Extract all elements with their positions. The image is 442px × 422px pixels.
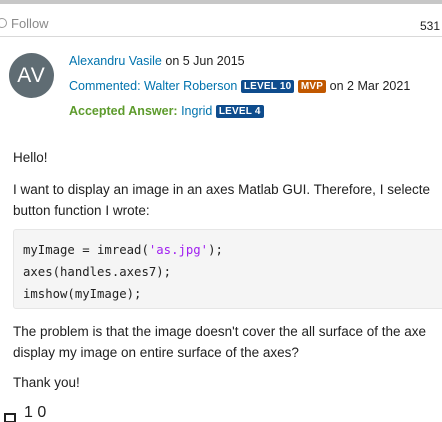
question-line-1: I want to display an image in an axes Ma… [13, 182, 430, 197]
author-line: Alexandru Vasile on 5 Jun 2015 [69, 54, 245, 68]
question-line-3: The problem is that the image doesn't co… [13, 324, 427, 339]
code-line-3: imshow(myImage); [23, 287, 142, 301]
comment-date: on 2 Mar 2021 [329, 79, 411, 93]
comment-line: Commented: Walter Roberson LEVEL 10 MVP … [69, 79, 410, 93]
accepted-answer-author-link[interactable]: Ingrid [181, 104, 212, 118]
author-avatar[interactable]: AV [9, 53, 54, 98]
header-divider [0, 36, 442, 37]
follower-count: 531 [419, 19, 440, 33]
code-block[interactable]: myImage = imread('as.jpg'); axes(handles… [13, 229, 442, 309]
greeting-text: Hello! [13, 150, 48, 165]
accepted-level-badge: LEVEL 4 [215, 105, 264, 118]
code-line-2: axes(handles.axes7); [23, 265, 172, 279]
commenter-name: Walter Roberson [144, 79, 238, 93]
code-line-1-post: ); [208, 243, 223, 257]
commenter-mvp-badge: MVP [297, 80, 327, 93]
vote-thumb-icon[interactable] [4, 411, 16, 422]
vote-count: 1 0 [24, 404, 47, 421]
author-name-link[interactable]: Alexandru Vasile [69, 54, 162, 68]
follow-label: Follow [11, 15, 49, 31]
accepted-answer-line: Accepted Answer: Ingrid LEVEL 4 [69, 104, 264, 118]
commented-link[interactable]: Commented: Walter Roberson [69, 79, 237, 93]
question-date: on 5 Jun 2015 [165, 54, 245, 68]
follow-button[interactable]: Follow [0, 15, 49, 31]
commented-prefix: Commented: [69, 79, 141, 93]
commenter-level-badge: LEVEL 10 [240, 80, 295, 93]
vote-bar: 1 0 [4, 404, 46, 422]
follow-bar: Follow 531 [0, 4, 442, 37]
thanks-text: Thank you! [13, 375, 80, 390]
code-line-1-pre: myImage = imread( [23, 243, 149, 257]
follow-circle-icon [0, 18, 7, 28]
accepted-answer-label: Accepted Answer: [69, 104, 178, 118]
code-line-1: myImage = imread('as.jpg'); [23, 243, 223, 257]
code-string-literal: 'as.jpg' [148, 243, 209, 257]
question-line-2: button function I wrote: [13, 203, 150, 218]
question-line-4: display my image on entire surface of th… [13, 345, 299, 360]
